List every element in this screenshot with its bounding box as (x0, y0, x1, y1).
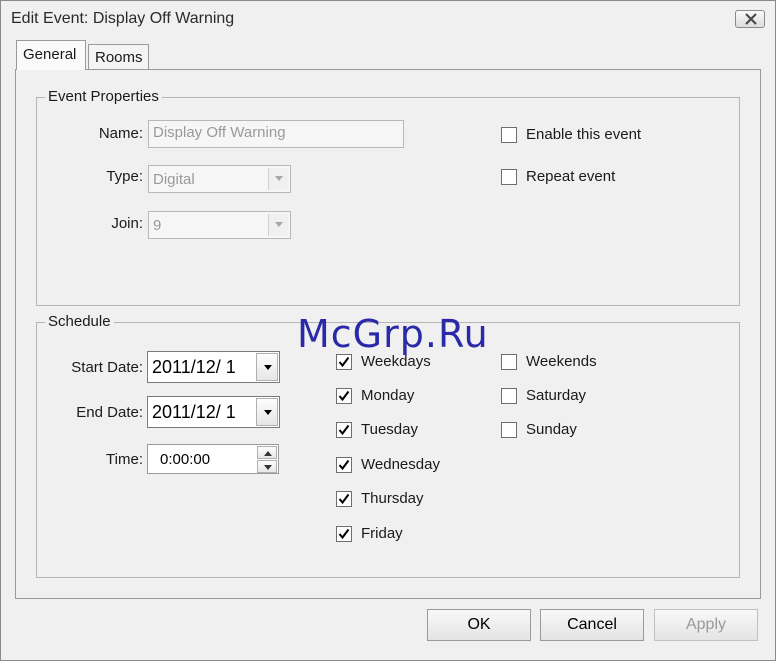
time-decrement-button[interactable] (257, 460, 277, 473)
repeat-event-checkbox[interactable] (501, 169, 517, 185)
thursday-checkbox[interactable] (336, 491, 352, 507)
sunday-label: Sunday (526, 421, 577, 438)
join-select[interactable]: 9 (148, 211, 291, 239)
join-value: 9 (153, 217, 162, 234)
start-date-label: Start Date: (71, 359, 143, 376)
ok-button[interactable]: OK (427, 609, 531, 641)
end-date-dropdown-arrow[interactable] (256, 398, 278, 426)
monday-checkbox[interactable] (336, 388, 352, 404)
checkmark-icon (338, 424, 350, 436)
saturday-label: Saturday (526, 387, 587, 404)
weekdays-checkbox[interactable] (336, 354, 352, 370)
weekends-label: Weekends (526, 353, 597, 370)
title-bar: Edit Event: Display Off Warning (2, 2, 774, 34)
checkmark-icon (338, 528, 350, 540)
saturday-checkbox[interactable] (501, 388, 517, 404)
time-input[interactable]: 0:00:00 (147, 444, 279, 474)
name-field[interactable]: Display Off Warning (148, 120, 404, 148)
friday-checkbox[interactable] (336, 526, 352, 542)
monday-label: Monday (361, 387, 415, 404)
enable-event-label: Enable this event (526, 126, 642, 143)
chevron-down-icon (275, 176, 283, 181)
close-button[interactable] (735, 10, 765, 28)
tab-general[interactable]: General (16, 40, 86, 70)
type-select[interactable]: Digital (148, 165, 291, 193)
chevron-down-icon (264, 410, 272, 415)
time-label: Time: (106, 451, 143, 468)
end-date-picker[interactable]: 2011/12/ 1 (147, 396, 280, 428)
end-date-value: 2011/12/ 1 (152, 402, 236, 422)
event-properties-legend: Event Properties (45, 88, 162, 105)
checkmark-icon (338, 356, 350, 368)
schedule-group: Schedule Start Date: 2011/12/ 1 End Date… (36, 313, 740, 578)
tuesday-checkbox[interactable] (336, 422, 352, 438)
enable-event-checkbox[interactable] (501, 127, 517, 143)
join-label: Join: (111, 215, 143, 232)
tab-rooms[interactable]: Rooms (88, 44, 149, 71)
apply-button[interactable]: Apply (654, 609, 758, 641)
name-label: Name: (98, 125, 143, 142)
close-icon (745, 13, 757, 25)
start-date-picker[interactable]: 2011/12/ 1 (147, 351, 280, 383)
cancel-button[interactable]: Cancel (540, 609, 644, 641)
wednesday-checkbox[interactable] (336, 457, 352, 473)
time-value: 0:00:00 (160, 451, 211, 468)
schedule-legend: Schedule (45, 313, 114, 330)
checkmark-icon (338, 493, 350, 505)
repeat-event-label: Repeat event (526, 168, 616, 185)
chevron-down-icon (264, 365, 272, 370)
watermark-text: McGrp.Ru (297, 312, 489, 356)
checkmark-icon (338, 459, 350, 471)
wednesday-label: Wednesday (361, 456, 440, 473)
start-date-value: 2011/12/ 1 (152, 357, 236, 377)
tuesday-label: Tuesday (361, 421, 418, 438)
arrow-down-icon (264, 465, 272, 470)
end-date-label: End Date: (76, 404, 143, 421)
join-dropdown-arrow[interactable] (268, 214, 288, 236)
type-label: Type: (106, 168, 143, 185)
checkmark-icon (338, 390, 350, 402)
event-properties-group: Event Properties Name: Display Off Warni… (36, 88, 740, 306)
time-increment-button[interactable] (257, 446, 277, 459)
arrow-up-icon (264, 451, 272, 456)
start-date-dropdown-arrow[interactable] (256, 353, 278, 381)
window-title: Edit Event: Display Off Warning (11, 10, 235, 27)
type-dropdown-arrow[interactable] (268, 168, 288, 190)
sunday-checkbox[interactable] (501, 422, 517, 438)
weekends-checkbox[interactable] (501, 354, 517, 370)
type-value: Digital (153, 171, 195, 188)
chevron-down-icon (275, 222, 283, 227)
edit-event-dialog: Edit Event: Display Off Warning General … (0, 0, 776, 661)
friday-label: Friday (361, 525, 403, 542)
thursday-label: Thursday (361, 490, 424, 507)
